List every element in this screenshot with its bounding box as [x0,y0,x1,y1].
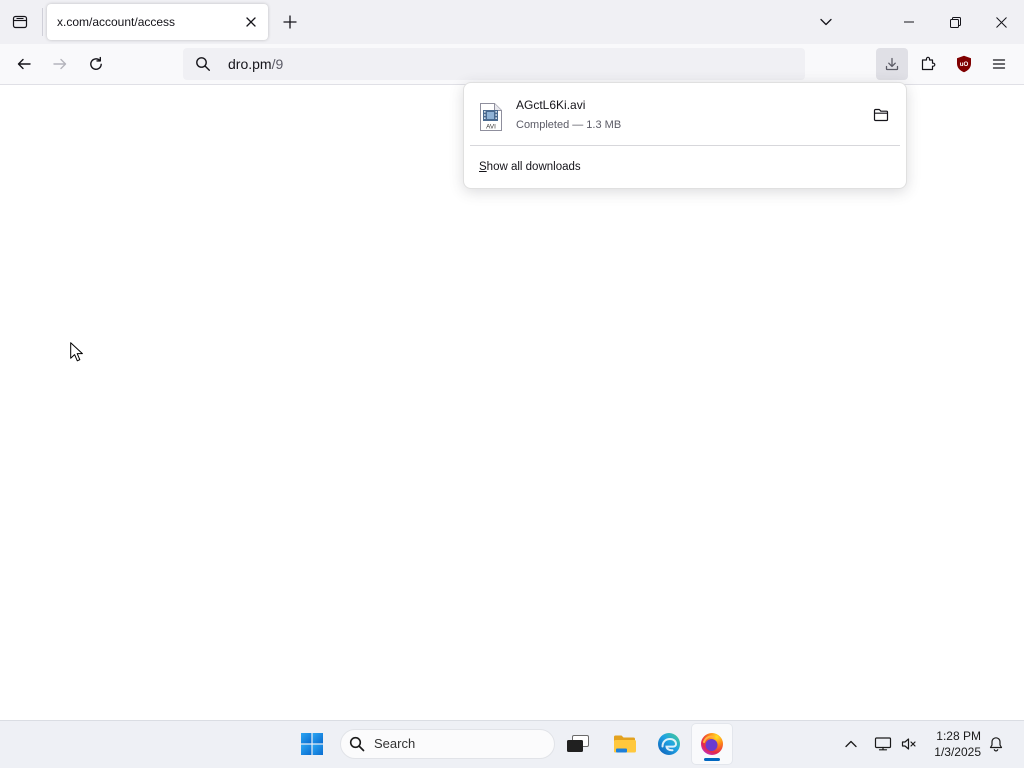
tab-title: x.com/account/access [57,15,176,29]
tab-separator [42,8,43,36]
extensions-button[interactable] [912,48,944,80]
folder-icon [873,108,889,122]
restore-icon [949,16,961,28]
taskbar-app-edge[interactable] [649,724,689,764]
show-in-folder-button[interactable] [867,101,895,129]
puzzle-extensions-icon [921,56,936,71]
active-app-indicator [704,758,720,761]
network-button[interactable] [871,732,895,756]
show-all-downloads-button[interactable]: Show all downloads [470,152,900,182]
url-path: /9 [271,56,284,72]
hamburger-menu-icon [992,59,1006,69]
taskbar-clock[interactable]: 1:28 PM 1/3/2025 [925,720,981,768]
forward-button[interactable] [44,48,76,80]
download-icon [885,57,899,71]
search-icon [349,736,365,752]
back-button[interactable] [8,48,40,80]
file-explorer-icon [614,735,636,753]
notifications-button[interactable] [984,732,1008,756]
edge-icon [658,733,680,755]
firefox-view-icon [12,15,28,29]
clock-time: 1:28 PM [936,729,981,743]
tab-close-button[interactable] [241,12,261,32]
minimize-icon [904,21,914,23]
downloads-panel: AVI AGctL6Ki.avi Completed — 1.3 MB Show… [463,82,907,189]
navigation-toolbar: dro.pm/9 uO [0,44,1024,85]
show-hidden-icons-button[interactable] [839,732,863,756]
tab-active[interactable]: x.com/account/access [47,4,268,40]
download-item[interactable]: AVI AGctL6Ki.avi Completed — 1.3 MB [470,89,900,141]
url-search-button [195,56,211,72]
chevron-down-icon [820,18,832,26]
url-host: dro.pm [228,56,272,72]
taskbar-search-box[interactable]: Search [340,729,555,759]
reload-icon [90,56,102,70]
firefox-icon [701,733,723,755]
close-icon [246,17,256,27]
close-icon [995,16,1007,28]
window-restore-button[interactable] [932,0,978,44]
avi-file-icon: AVI [480,103,502,131]
mouse-cursor [70,342,83,362]
search-icon [196,57,210,71]
taskbar-search-label: Search [374,736,416,751]
file-type-label: AVI [486,123,496,130]
taskbar-search-icon-wrap [349,736,365,752]
url-bar[interactable]: dro.pm/9 [183,48,805,80]
back-arrow-icon [17,58,31,70]
start-button[interactable] [292,724,332,764]
window-close-button[interactable] [978,0,1024,44]
firefox-view-button[interactable] [6,8,34,36]
network-icon [874,737,892,751]
download-filename: AGctL6Ki.avi [516,98,586,112]
downloads-button[interactable] [876,48,908,80]
reload-button[interactable] [80,48,112,80]
plus-icon [283,15,297,29]
notification-bell-icon [989,737,1003,752]
clock-date: 1/3/2025 [934,745,981,759]
volume-muted-icon [901,738,916,750]
url-input[interactable]: dro.pm/9 [228,48,283,80]
taskbar-app-task-view[interactable] [558,724,598,764]
window-minimize-button[interactable] [886,0,932,44]
app-menu-button[interactable] [983,48,1015,80]
panel-divider [470,145,900,146]
tab-strip: x.com/account/access [0,0,1024,44]
ublock-origin-button[interactable]: uO [948,48,980,80]
windows-start-icon [301,733,323,755]
task-view-icon [567,735,589,752]
ublock-origin-shield-icon: uO [957,55,971,73]
volume-button[interactable] [897,732,921,756]
ublock-logo-lettering: uO [960,61,969,68]
show-all-downloads-label: Show all downloads [479,161,581,173]
list-all-tabs-button[interactable] [812,8,840,36]
download-status: Completed — 1.3 MB [516,119,622,131]
forward-arrow-icon [53,58,67,70]
new-tab-button[interactable] [276,8,304,36]
chevron-up-icon [845,740,857,748]
taskbar: Search 1:28 PM 1/3/2025 [0,720,1024,768]
taskbar-app-file-explorer[interactable] [605,724,645,764]
